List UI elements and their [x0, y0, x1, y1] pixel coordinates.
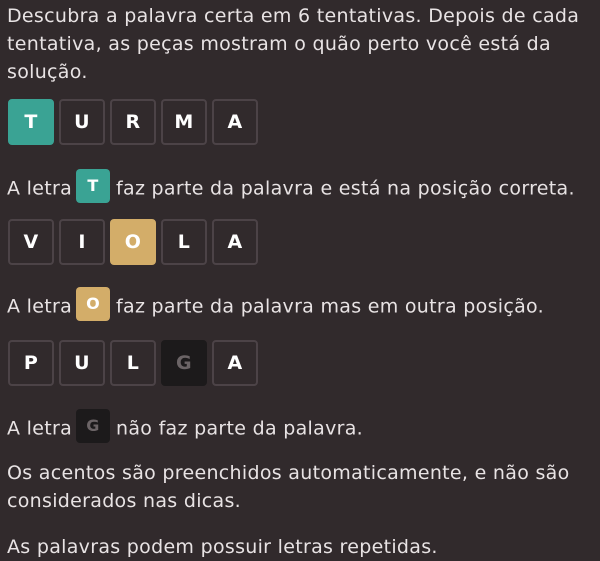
accents-note: Os acentos são preenchidos automaticamen… — [7, 459, 570, 515]
example-1-text-after: faz parte da palavra e está na posição c… — [116, 177, 575, 200]
example-2-tile-1: V — [8, 219, 54, 265]
example-1-tile-4: M — [161, 99, 207, 145]
intro-line-2: tentativa, as peças mostram o quão perto… — [7, 33, 551, 55]
example-3-tile-4: G — [161, 340, 207, 386]
example-2-letter-badge: O — [76, 287, 111, 321]
example-1-text-before: A letra — [7, 177, 73, 200]
example-2-tile-4: L — [161, 219, 207, 265]
example-3-tile-5: A — [212, 340, 258, 386]
example-row-2: V I O L A — [8, 219, 258, 265]
repeated-letters-note: As palavras podem possuir letras repetid… — [7, 536, 438, 558]
example-2-tile-3: O — [110, 219, 156, 265]
intro-line-1: Descubra a palavra certa em 6 tentativas… — [7, 5, 580, 27]
example-row-1: T U R M A — [8, 99, 258, 145]
example-1-tile-1: T — [8, 99, 54, 145]
help-panel: Descubra a palavra certa em 6 tentativas… — [0, 0, 600, 559]
example-1-tile-5: A — [212, 99, 258, 145]
example-3-tile-3: L — [110, 340, 156, 386]
example-2-tile-5: A — [212, 219, 258, 265]
accents-note-line-1: Os acentos são preenchidos automaticamen… — [7, 462, 570, 484]
example-3-text-after: não faz parte da palavra. — [116, 417, 364, 440]
example-1-letter-badge: T — [76, 169, 111, 203]
intro-text: Descubra a palavra certa em 6 tentativas… — [7, 2, 579, 86]
example-1-explanation: A letra Tfaz parte da palavra e está na p… — [7, 169, 575, 206]
accents-note-line-2: considerados nas dicas. — [7, 490, 242, 512]
example-3-text-before: A letra — [7, 417, 73, 440]
example-3-explanation: A letra Gnão faz parte da palavra. — [7, 409, 364, 446]
example-3-letter-badge: G — [76, 409, 111, 443]
example-1-tile-2: U — [59, 99, 105, 145]
example-3-tile-1: P — [8, 340, 54, 386]
example-1-tile-3: R — [110, 99, 156, 145]
example-3-tile-2: U — [59, 340, 105, 386]
example-2-tile-2: I — [59, 219, 105, 265]
example-2-text-before: A letra — [7, 295, 73, 318]
example-2-explanation: A letra Ofaz parte da palavra mas em outr… — [7, 287, 544, 324]
intro-line-3: solução. — [7, 61, 88, 83]
example-2-text-after: faz parte da palavra mas em outra posiçã… — [116, 295, 544, 318]
example-row-3: P U L G A — [8, 340, 258, 386]
